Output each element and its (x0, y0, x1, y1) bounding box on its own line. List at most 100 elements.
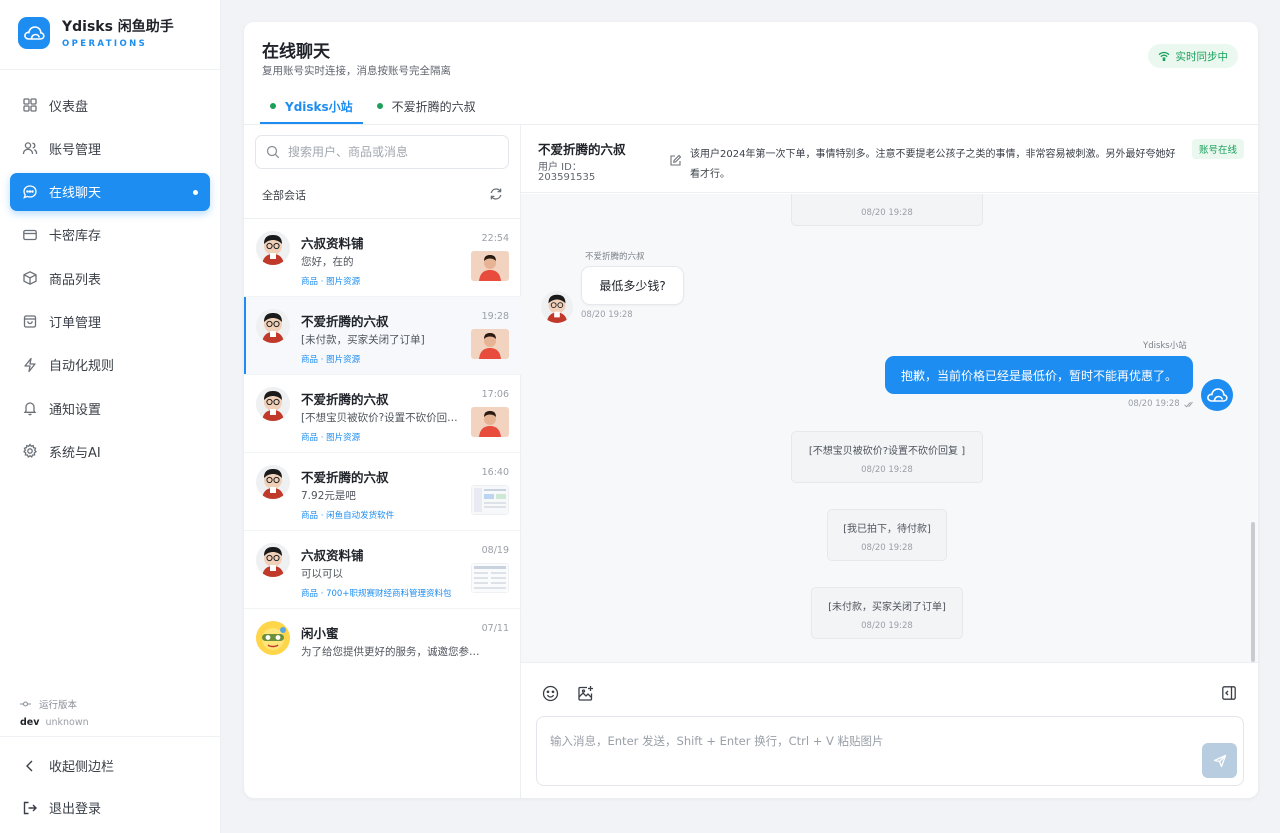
conversation-preview: 为了给您提供更好的服务，诚邀您参与调研 (301, 646, 481, 658)
sidebar-nav: 仪表盘 账号管理 在线聊天 卡密库存 商品列表 订单管理 自动化规则 通知设置 … (10, 86, 210, 476)
card-icon (23, 229, 37, 241)
toggle-panel-button[interactable] (1219, 683, 1239, 703)
conversation-product-tag: 商品 · 图片资源 (301, 433, 361, 443)
dashboard-icon (23, 98, 37, 112)
logout-label: 退出登录 (49, 802, 102, 817)
avatar (256, 387, 290, 421)
cloud-logo-icon (18, 16, 50, 49)
wifi-icon (1158, 51, 1169, 61)
avatar (256, 465, 290, 499)
conversation-name: 不爱折腾的六叔 (301, 392, 389, 407)
version-env: dev (20, 717, 40, 728)
conversation-name: 闲小蜜 (301, 626, 339, 641)
conversation-panel: 全部会话 六叔资料铺 22:54 您好，在的 商品 · 图片资源 (244, 125, 521, 798)
chat-user-name: 不爱折腾的六叔 (538, 142, 626, 157)
sidebar-item-automation[interactable]: 自动化规则 (10, 346, 210, 384)
sidebar-item-products[interactable]: 商品列表 (10, 259, 210, 297)
conversation-time: 07/11 (481, 623, 509, 634)
image-add-icon (577, 685, 593, 701)
users-icon (22, 142, 38, 155)
brand-name: Ydisks 闲鱼助手 (62, 19, 174, 35)
refresh-button[interactable] (489, 186, 503, 205)
conversation-preview: 7.92元是吧 (301, 490, 356, 502)
brand: Ydisks 闲鱼助手 OPERATIONS (18, 16, 174, 49)
sidebar-item-label: 在线聊天 (49, 186, 102, 202)
sidebar-item-dashboard[interactable]: 仪表盘 (10, 86, 210, 124)
conversation-product-tag: 商品 · 700+职规赛财经商科管理资料包 (301, 589, 452, 599)
list-item[interactable]: 六叔资料铺 22:54 您好，在的 商品 · 图片资源 (244, 219, 521, 297)
send-icon (1213, 754, 1226, 767)
sidebar-item-label: 通知设置 (49, 402, 102, 418)
scrollbar[interactable] (1251, 522, 1255, 662)
conversation-name: 六叔资料铺 (301, 236, 364, 251)
bell-icon (23, 402, 37, 416)
edit-note-button[interactable] (669, 152, 682, 171)
product-thumbnail (471, 251, 509, 281)
system-message: [我已拍下，待付款] 08/20 19:28 (827, 509, 947, 561)
version-build: unknown (45, 717, 89, 728)
conversation-time: 17:06 (481, 389, 509, 400)
sidebar-item-card-inventory[interactable]: 卡密库存 (10, 216, 210, 254)
logout-icon (23, 801, 37, 814)
product-thumbnail (471, 485, 509, 515)
chat-card: 在线聊天 复用账号实时连接，消息按账号完全隔离 实时同步中 Ydisks小站 不… (244, 22, 1258, 798)
message-sender: 不爱折腾的六叔 (585, 252, 645, 262)
avatar (256, 543, 290, 577)
sidebar-item-label: 仪表盘 (49, 99, 89, 115)
tab-label: Ydisks小站 (285, 99, 353, 114)
conversation-preview: 可以可以 (301, 568, 343, 580)
collapse-label: 收起侧边栏 (49, 760, 115, 775)
system-message-text: [未付款，买家关闭了订单] (828, 602, 946, 613)
search-icon (266, 145, 280, 159)
system-message: [不想宝贝被砍价?设置不砍价回复 ] 08/20 19:28 (791, 431, 983, 483)
avatar (256, 621, 290, 655)
panel-toggle-icon (1222, 686, 1236, 700)
version-label: 运行版本 (39, 700, 78, 711)
conversation-preview: [不想宝贝被砍价?设置不砍价回复 ] (301, 412, 461, 424)
sidebar-item-notifications[interactable]: 通知设置 (10, 389, 210, 427)
avatar (256, 309, 290, 343)
page-subtitle: 复用账号实时连接，消息按账号完全隔离 (262, 65, 451, 77)
account-online-badge: 账号在线 (1191, 139, 1244, 159)
tab-liushu[interactable]: 不爱折腾的六叔 (367, 88, 486, 124)
emoji-icon (542, 685, 558, 701)
list-item[interactable]: 不爱折腾的六叔 17:06 [不想宝贝被砍价?设置不砍价回复 ] 商品 · 图片… (244, 375, 521, 453)
gear-icon (23, 443, 37, 459)
emoji-button[interactable] (540, 683, 560, 703)
sidebar-item-label: 订单管理 (49, 315, 102, 331)
list-item-active[interactable]: 不爱折腾的六叔 19:28 [未付款，买家关闭了订单] 商品 · 图片资源 (244, 297, 521, 375)
divider (0, 69, 221, 70)
sidebar-item-system-ai[interactable]: 系统与AI (10, 432, 210, 470)
conversation-time: 22:54 (481, 233, 509, 244)
sidebar-item-orders[interactable]: 订单管理 (10, 302, 210, 340)
search-input[interactable] (288, 145, 488, 159)
collapse-sidebar-button[interactable]: 收起侧边栏 (22, 756, 114, 775)
conversation-filter-label: 全部会话 (262, 189, 306, 202)
avatar (541, 291, 573, 323)
sidebar-item-chat[interactable]: 在线聊天 (10, 172, 210, 211)
send-button[interactable] (1202, 743, 1237, 778)
page-title: 在线聊天 (262, 42, 330, 62)
chevron-left-icon (26, 760, 33, 771)
search-box (255, 135, 509, 169)
tab-label: 不爱折腾的六叔 (391, 99, 476, 114)
list-item[interactable]: 不爱折腾的六叔 16:40 7.92元是吧 商品 · 闲鱼自动发货软件 (244, 453, 521, 531)
chat-header: 不爱折腾的六叔 用户 ID： 203591535 该用户2024年第一次下单，事… (521, 125, 1258, 193)
sidebar-item-accounts[interactable]: 账号管理 (10, 129, 210, 167)
image-upload-button[interactable] (575, 683, 595, 703)
sidebar-item-label: 系统与AI (49, 445, 101, 461)
logout-button[interactable]: 退出登录 (22, 798, 101, 817)
conversation-preview: [未付款，买家关闭了订单] (301, 334, 425, 346)
tab-ydisks[interactable]: Ydisks小站 (260, 88, 363, 124)
edit-icon (670, 154, 682, 166)
list-item[interactable]: 六叔资料铺 08/19 可以可以 商品 · 700+职规赛财经商科管理资料包 (244, 531, 521, 609)
user-id-value: 203591535 (538, 172, 596, 183)
list-item[interactable]: 闲小蜜 07/11 为了给您提供更好的服务，诚邀您参与调研 (244, 609, 521, 687)
sidebar-item-label: 商品列表 (49, 272, 102, 288)
avatar (1201, 379, 1233, 411)
conversation-name: 不爱折腾的六叔 (301, 314, 389, 329)
message-time: 08/20 19:28 (1128, 399, 1195, 409)
box-icon (23, 271, 37, 286)
message-input[interactable] (536, 716, 1244, 786)
sidebar: Ydisks 闲鱼助手 OPERATIONS 仪表盘 账号管理 在线聊天 卡密库… (0, 0, 221, 833)
